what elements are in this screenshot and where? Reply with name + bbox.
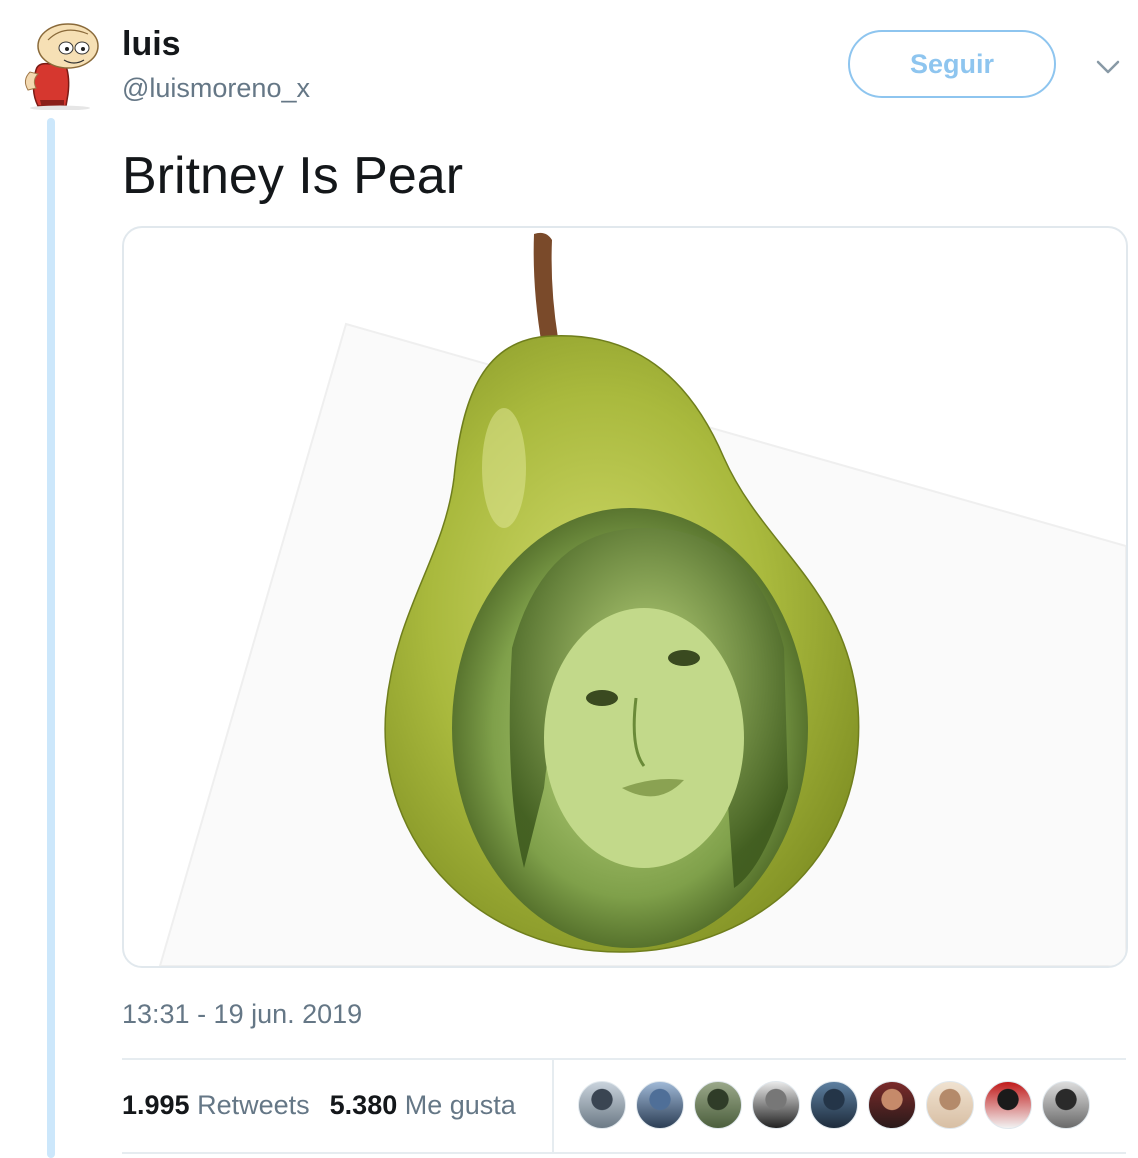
divider-bottom <box>122 1152 1126 1154</box>
liker-avatar[interactable] <box>578 1081 626 1129</box>
liker-avatar[interactable] <box>984 1081 1032 1129</box>
chevron-down-icon <box>1096 60 1120 74</box>
tweet-stats: 1.995 Retweets 5.380 Me gusta <box>122 1060 536 1150</box>
tweet-media[interactable] <box>122 226 1128 968</box>
liker-avatar[interactable] <box>694 1081 742 1129</box>
liker-avatar[interactable] <box>1042 1081 1090 1129</box>
liker-avatar[interactable] <box>810 1081 858 1129</box>
retweets-stat[interactable]: 1.995 Retweets <box>122 1090 310 1121</box>
pear-photo-icon <box>158 232 1126 966</box>
retweets-label: Retweets <box>197 1089 310 1120</box>
likes-stat[interactable]: 5.380 Me gusta <box>330 1090 516 1121</box>
tweet-menu-button[interactable] <box>1092 52 1124 82</box>
likes-count: 5.380 <box>329 1089 398 1120</box>
tweet-text: Britney Is Pear <box>122 147 464 205</box>
liker-avatar[interactable] <box>752 1081 800 1129</box>
liker-avatars <box>578 1081 1098 1131</box>
cartoon-character-avatar-icon <box>24 23 99 111</box>
tweet-timestamp[interactable]: 13:31 - 19 jun. 2019 <box>122 998 362 1030</box>
follow-button[interactable]: Seguir <box>848 30 1056 98</box>
thread-line <box>47 118 55 1158</box>
author-name[interactable]: luis <box>122 24 181 64</box>
author-handle[interactable]: @luismoreno_x <box>122 72 310 104</box>
retweets-count: 1.995 <box>122 1089 190 1120</box>
liker-avatar[interactable] <box>636 1081 684 1129</box>
stats-divider <box>552 1060 554 1152</box>
liker-avatar[interactable] <box>868 1081 916 1129</box>
author-avatar[interactable] <box>18 18 102 111</box>
likes-label: Me gusta <box>404 1089 516 1120</box>
liker-avatar[interactable] <box>926 1081 974 1129</box>
